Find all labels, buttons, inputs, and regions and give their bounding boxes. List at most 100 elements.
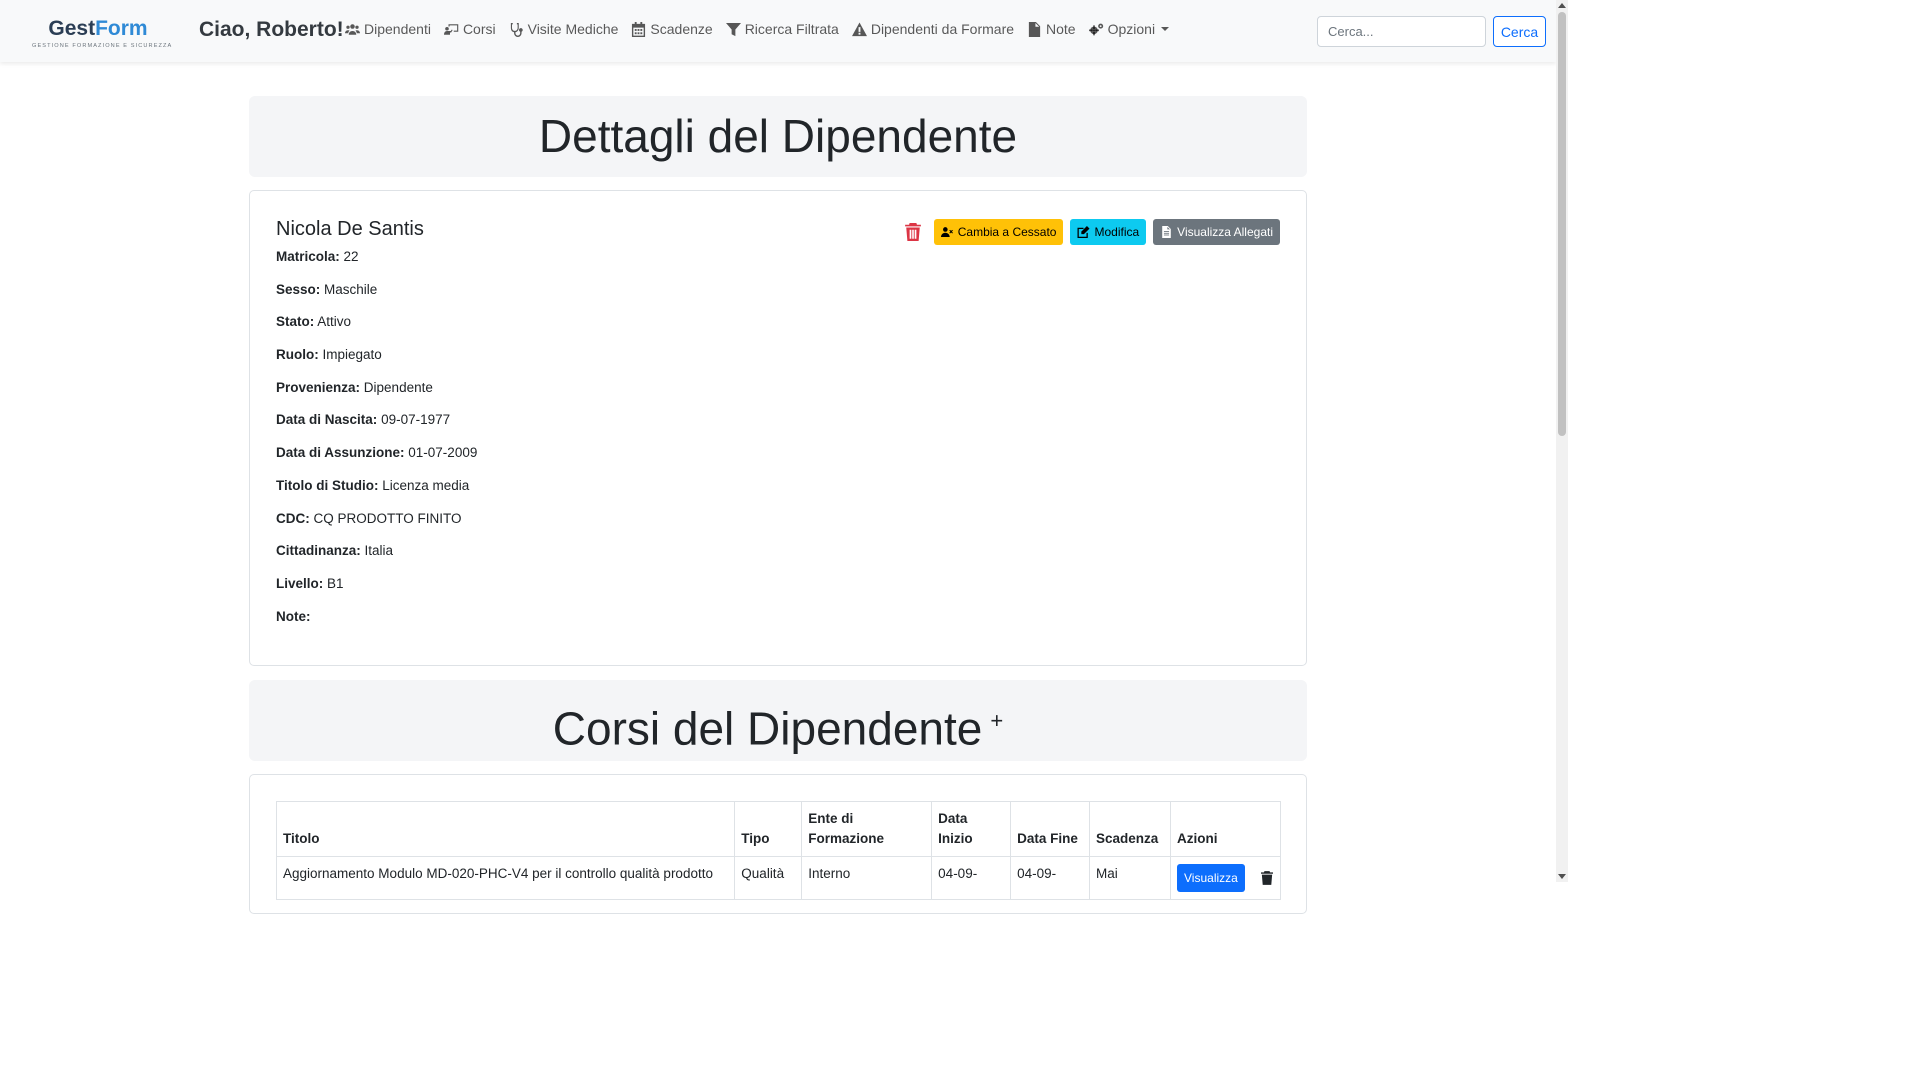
trash-icon [1260, 871, 1273, 886]
view-attachments-button[interactable]: Visualizza Allegati [1153, 219, 1280, 245]
nav-item-visite-mediche[interactable]: Visite Mediche [509, 21, 619, 37]
search-input[interactable] [1317, 16, 1486, 47]
field-value: Maschile [324, 281, 378, 297]
delete-employee-button[interactable] [904, 223, 923, 241]
field-matricola: Matricola: 22 [276, 249, 477, 282]
filter-icon [725, 22, 741, 36]
field-label: CDC: [276, 510, 310, 526]
scroll-up-arrow-icon[interactable] [1558, 3, 1566, 8]
course-end-cell: 04-09- [1010, 856, 1091, 900]
course-title-cell: Aggiornamento Modulo MD-020-PHC-V4 per i… [275, 856, 736, 900]
top-navbar: GestForm GESTIONE FORMAZIONE E SICUREZZA… [0, 0, 1556, 62]
course-start-cell: 04-09- [931, 856, 1012, 900]
nav-item-dipendenti[interactable]: Dipendenti [345, 21, 431, 37]
field-cdc: CDC: CQ PRODOTTO FINITO [276, 511, 477, 544]
courses-title: Corsi del Dipendente [552, 702, 983, 755]
field-data-nascita: Data di Nascita: 09-07-1977 [276, 412, 477, 445]
course-actions-cell: Visualizza [1170, 856, 1281, 900]
field-label: Matricola: [276, 249, 340, 264]
add-course-icon[interactable]: + [990, 708, 1003, 733]
table-header-row: Titolo Tipo Ente di Formazione Data Iniz… [275, 801, 1281, 857]
field-note: Note: [276, 609, 477, 642]
column-header: Azioni [1170, 801, 1281, 857]
field-value: B1 [327, 575, 344, 591]
field-stato: Stato: Attivo [276, 314, 477, 347]
button-label: Visualizza Allegati [1177, 225, 1273, 239]
field-label: Titolo di Studio: [276, 477, 379, 493]
details-header: Dettagli del Dipendente [249, 96, 1307, 177]
scroll-down-arrow-icon[interactable] [1558, 874, 1566, 879]
course-type-cell: Qualità [734, 856, 803, 900]
employee-actions: Cambia a Cessato Modifica Visualizza All… [904, 219, 1280, 245]
field-label: Livello: [276, 575, 324, 591]
warning-icon [851, 21, 867, 36]
nav-item-dipendenti-da-formare[interactable]: Dipendenti da Formare [851, 21, 1015, 37]
field-label: Note: [276, 608, 311, 624]
scroll-thumb[interactable] [1558, 12, 1566, 436]
chevron-down-icon [1161, 27, 1170, 31]
column-header: Ente di Formazione [801, 801, 933, 857]
stethoscope-icon [510, 22, 523, 37]
column-header: Titolo [275, 801, 736, 857]
calendar-icon [632, 21, 646, 37]
field-value: Attivo [317, 314, 352, 330]
field-sesso: Sesso: Maschile [276, 282, 477, 315]
edit-employee-button[interactable]: Modifica [1070, 219, 1147, 245]
button-label: Modifica [1094, 225, 1140, 239]
courses-card: Titolo Tipo Ente di Formazione Data Iniz… [249, 774, 1307, 914]
section-title: Corsi del Dipendente + [249, 680, 1307, 769]
employee-fields: Matricola: 22 Sesso: Maschile Stato: Att… [276, 249, 477, 641]
field-provenienza: Provenienza: Dipendente [276, 380, 477, 413]
file-icon [1028, 21, 1041, 37]
cogs-icon [1088, 23, 1103, 35]
field-label: Data di Nascita: [276, 412, 378, 428]
field-label: Provenienza: [276, 379, 361, 395]
user-greeting: Ciao, Roberto! [199, 18, 344, 41]
file-icon [1162, 226, 1171, 238]
field-ruolo: Ruolo: Impiegato [276, 347, 477, 380]
users-icon [345, 23, 360, 35]
view-course-button[interactable]: Visualizza [1177, 864, 1245, 892]
courses-table: Titolo Tipo Ente di Formazione Data Iniz… [275, 801, 1281, 900]
page-title: Dettagli del Dipendente [538, 110, 1018, 162]
brand-name-part2: Form [95, 17, 148, 40]
user-times-icon [940, 227, 953, 238]
column-header: Data Inizio [931, 801, 1012, 857]
course-provider-cell: Interno [801, 856, 933, 900]
table-row: Aggiornamento Modulo MD-020-PHC-V4 per i… [275, 856, 1281, 900]
employee-details-card: Nicola De Santis Cambia a Cessato Modifi… [249, 190, 1307, 666]
field-value: Impiegato [322, 347, 382, 363]
change-to-cessato-button[interactable]: Cambia a Cessato [933, 219, 1064, 245]
nav-item-note[interactable]: Note [1027, 21, 1076, 37]
field-cittadinanza: Cittadinanza: Italia [276, 543, 477, 576]
brand-logo[interactable]: GestForm GESTIONE FORMAZIONE E SICUREZZA [32, 17, 171, 53]
field-label: Data di Assunzione: [276, 445, 405, 461]
courses-header: Corsi del Dipendente + [249, 680, 1307, 761]
nav-label: Opzioni [1107, 21, 1156, 37]
nav-item-scadenze[interactable]: Scadenze [631, 21, 713, 37]
nav-label: Ricerca Filtrata [744, 21, 839, 37]
field-titolo-studio: Titolo di Studio: Licenza media [276, 478, 477, 511]
field-value: Licenza media [382, 477, 470, 493]
page-scrollbar[interactable] [1556, 0, 1568, 882]
field-label: Ruolo: [276, 347, 319, 363]
nav-item-ricerca-filtrata[interactable]: Ricerca Filtrata [725, 21, 839, 37]
search-button[interactable]: Cerca [1493, 16, 1546, 47]
nav-label: Dipendenti da Formare [870, 21, 1015, 37]
chalkboard-teacher-icon [443, 23, 459, 35]
edit-icon [1077, 226, 1090, 238]
field-label: Cittadinanza: [276, 543, 361, 559]
nav-item-opzioni[interactable]: Opzioni [1088, 21, 1170, 37]
delete-course-button[interactable] [1260, 871, 1273, 886]
nav-label: Note [1046, 21, 1076, 37]
nav-label: Visite Mediche [527, 21, 619, 37]
nav-item-corsi[interactable]: Corsi [443, 21, 496, 37]
field-value: 22 [343, 249, 359, 264]
field-label: Sesso: [276, 281, 321, 297]
field-value: CQ PRODOTTO FINITO [313, 510, 462, 526]
button-label: Cambia a Cessato [957, 225, 1057, 239]
field-value: Italia [364, 543, 394, 559]
field-value: Dipendente [363, 379, 433, 395]
column-header: Tipo [734, 801, 803, 857]
course-expiry-cell: Mai [1089, 856, 1172, 900]
